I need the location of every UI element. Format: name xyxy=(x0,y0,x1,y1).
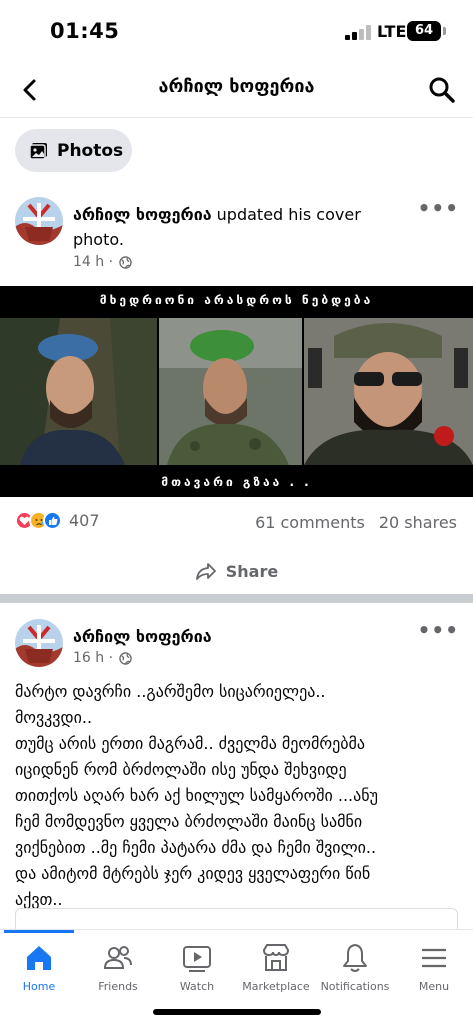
share-button[interactable]: Share xyxy=(0,551,473,591)
signal-icon xyxy=(345,24,371,40)
post-more-button[interactable]: ••• xyxy=(418,618,459,642)
shares-count[interactable]: 20 shares xyxy=(379,513,457,532)
search-button[interactable] xyxy=(427,75,457,105)
chevron-left-icon xyxy=(23,79,36,101)
share-label: Share xyxy=(225,561,279,581)
page-title: არჩილ ხოფერია xyxy=(158,76,315,97)
cover-panel-middle xyxy=(159,318,302,465)
home-indicator xyxy=(153,1009,321,1015)
cover-bottom-caption: მთავარი გზაა . . xyxy=(161,475,312,489)
avatar-image xyxy=(15,197,63,245)
photos-chip-label: Photos xyxy=(57,140,124,161)
cover-panel-right xyxy=(304,318,473,465)
menu-icon xyxy=(422,948,446,968)
post-body-line: ჩემ მომდევნო ყველა ბრძოლაში მაინც სამნი xyxy=(15,812,363,831)
author-name[interactable]: არჩილ ხოფერია xyxy=(73,205,212,224)
avatar-image xyxy=(15,619,63,667)
post-body: მარტო დავრჩი ..გარშემო სიცარიელეა.. მოვკ… xyxy=(15,679,463,913)
post-stats: 61 comments 20 shares xyxy=(255,513,457,532)
post-time[interactable]: 16 h xyxy=(73,650,104,666)
photos-filter-chip[interactable]: Photos xyxy=(15,129,132,172)
post-header-text: არჩილ ხოფერია updated his cover photo. xyxy=(73,202,413,252)
post-meta: 16 h · xyxy=(73,650,132,666)
cover-panel-left xyxy=(0,318,157,465)
status-bar: 01:45 LTE 64 xyxy=(0,0,473,62)
post-header-text: არჩილ ხოფერია xyxy=(73,624,413,649)
meta-separator: · xyxy=(104,650,114,666)
share-icon xyxy=(195,563,216,580)
post-body-line: ვიქნებით ..მე ჩემი პატარა ძმა და ჩემი შვ… xyxy=(15,838,377,857)
cover-photo[interactable]: მხედრიონი არასდროს ნებდება მთავარი გზაა … xyxy=(0,286,473,497)
nav-menu[interactable]: Menu xyxy=(387,930,473,1000)
friends-icon xyxy=(103,946,132,969)
search-icon xyxy=(429,77,455,103)
back-button[interactable] xyxy=(16,76,44,104)
post-body-line: თუმც არის ერთი მაგრამ.. ძველმა მეომრებმა xyxy=(15,734,365,753)
comments-count[interactable]: 61 comments xyxy=(255,513,365,532)
post-body-line: და ამიტომ მტრებს ჯერ კიდევ ყველაფერი წინ xyxy=(15,864,371,883)
cover-top-caption: მხედრიონი არასდროს ნებდება xyxy=(99,293,374,307)
battery-tip xyxy=(443,27,446,35)
battery-icon: 64 xyxy=(407,21,441,41)
reaction-count: 407 xyxy=(69,511,100,530)
post-body-line: იციდნენ რომ ბრძოლაში ისე უნდა შეხვიდე xyxy=(15,760,347,779)
nav-label: Menu xyxy=(418,980,450,993)
photos-icon xyxy=(29,142,47,160)
globe-icon xyxy=(119,651,132,665)
home-icon xyxy=(27,946,51,970)
avatar[interactable] xyxy=(15,619,63,667)
post-divider xyxy=(0,594,473,603)
post-body-line: მარტო დავრჩი ..გარშემო სიცარიელეა.. xyxy=(15,682,326,701)
post-time[interactable]: 14 h xyxy=(73,254,104,270)
network-type: LTE xyxy=(377,22,407,41)
watch-icon xyxy=(183,946,211,972)
post-body-line: თითქოს აღარ ხარ აქ ხილულ სამყაროში ...ან… xyxy=(15,786,378,805)
top-header: არჩილ ხოფერია xyxy=(0,62,473,118)
post-body-line: მოვკვდი.. xyxy=(15,708,93,727)
meta-separator: · xyxy=(104,254,114,270)
status-time: 01:45 xyxy=(50,19,120,43)
post-meta: 14 h · xyxy=(73,254,132,270)
like-reaction-icon xyxy=(43,511,62,530)
globe-icon xyxy=(119,255,132,269)
marketplace-icon xyxy=(262,944,290,971)
avatar[interactable] xyxy=(15,197,63,245)
author-name[interactable]: არჩილ ხოფერია xyxy=(73,627,212,646)
reaction-summary[interactable]: 407 xyxy=(15,511,100,530)
bell-icon xyxy=(343,944,367,972)
post-more-button[interactable]: ••• xyxy=(418,196,459,220)
